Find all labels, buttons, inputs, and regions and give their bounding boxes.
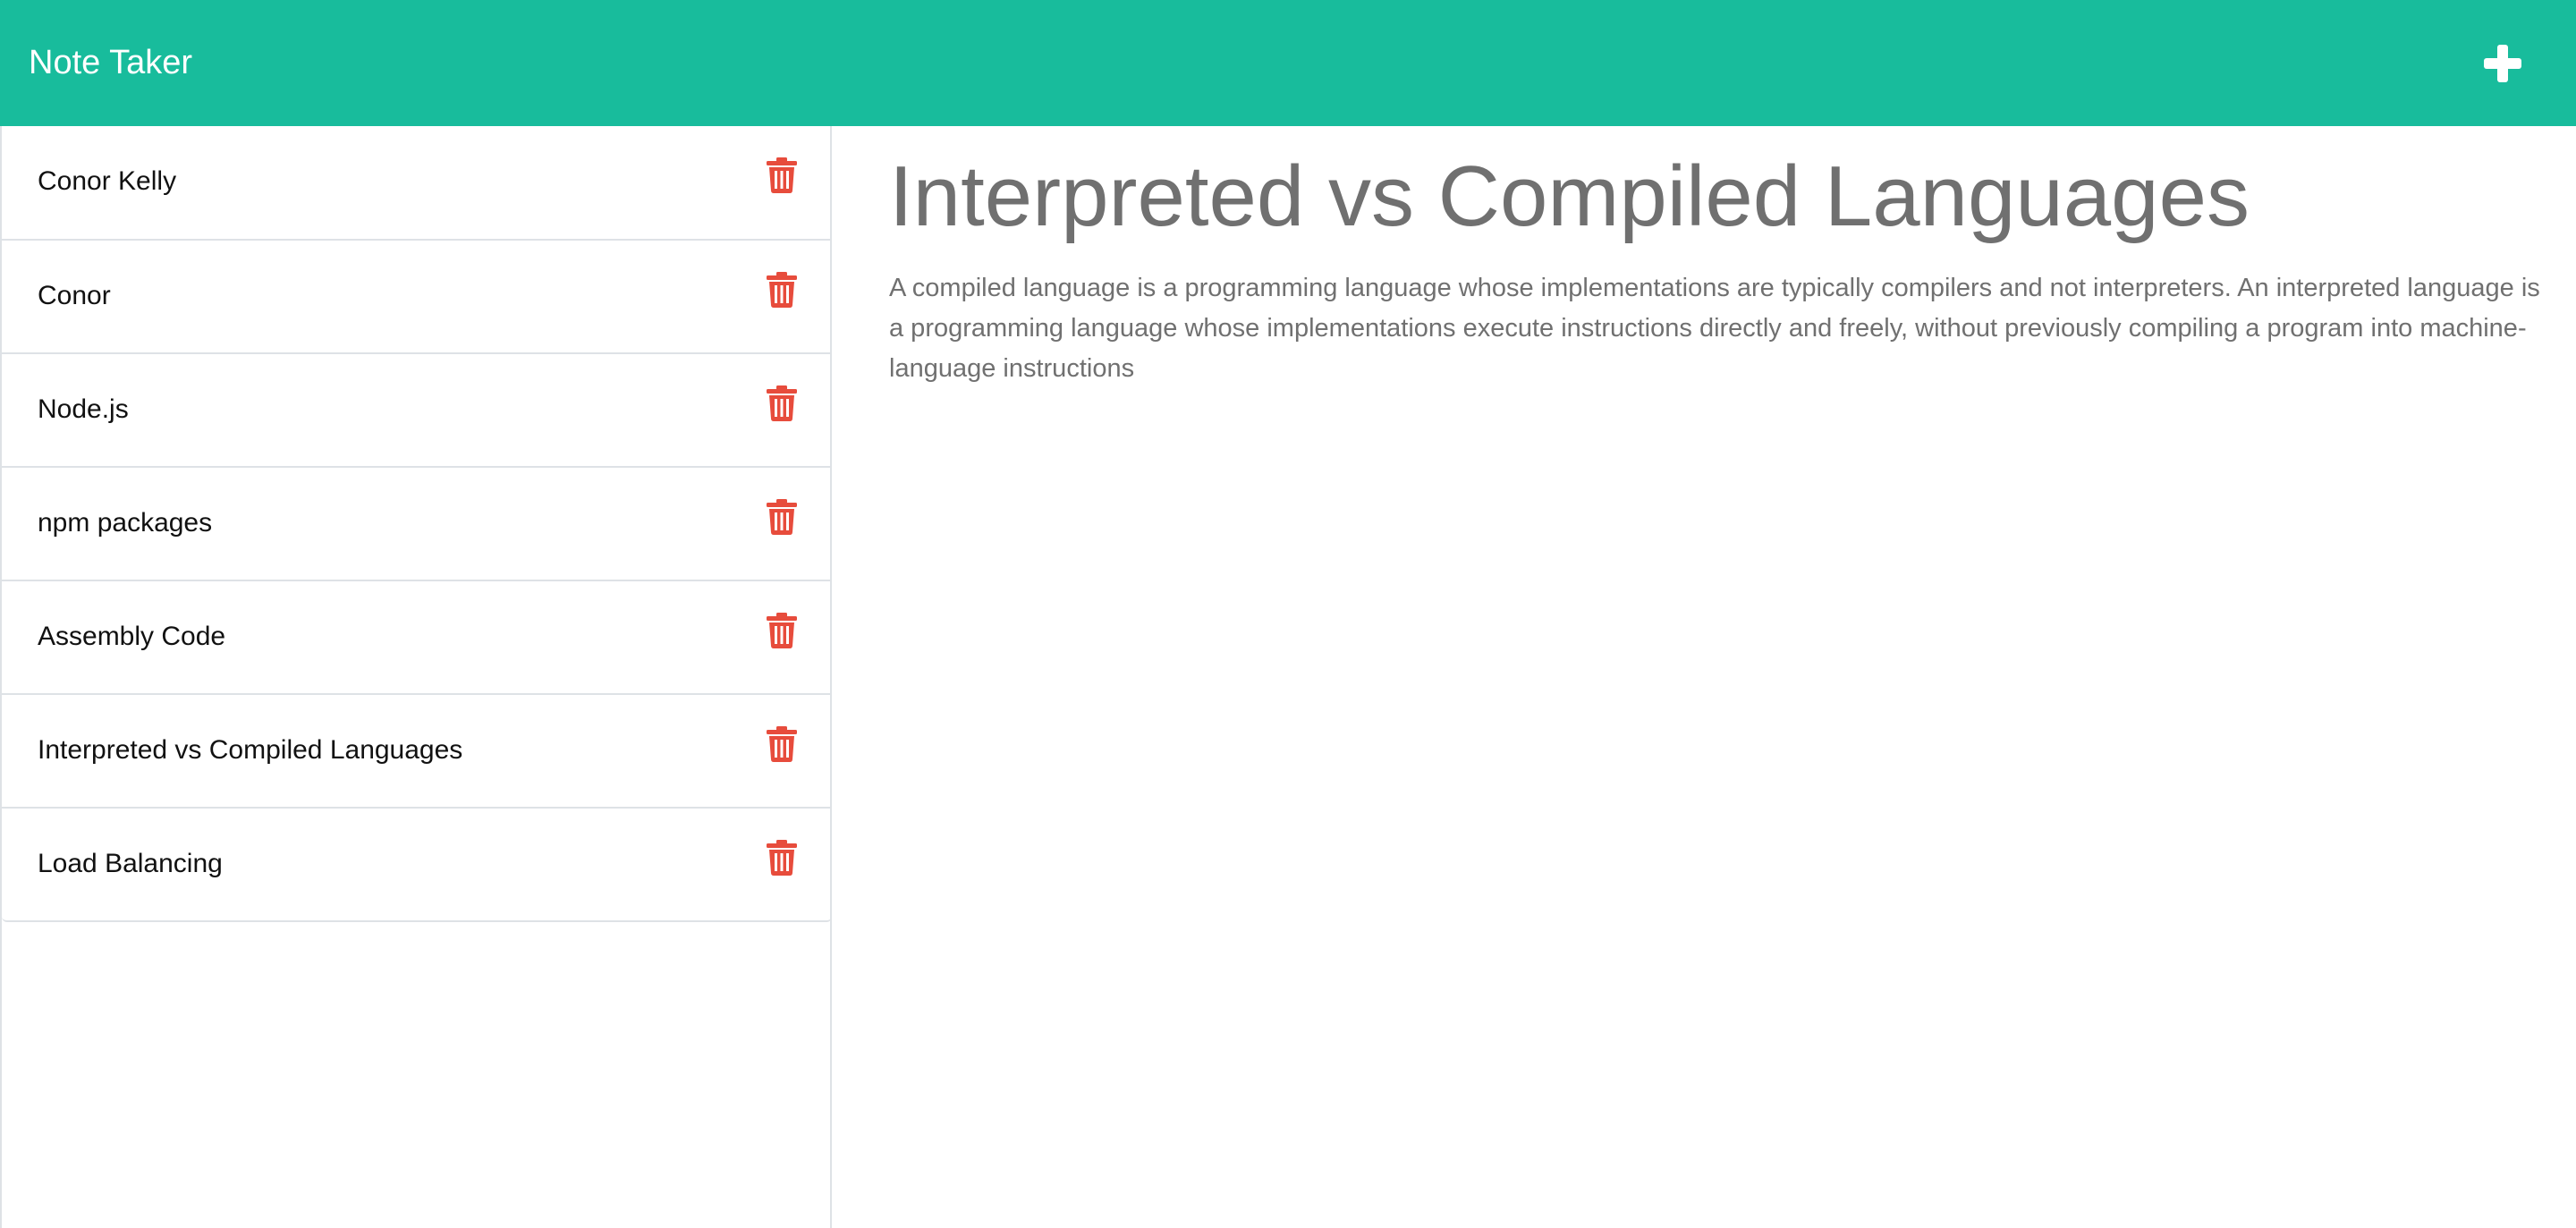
note-title: Load Balancing [38,849,223,878]
note-editor: Interpreted vs Compiled Languages A comp… [889,143,2544,389]
delete-note-button[interactable] [767,157,797,193]
trash-icon [767,157,797,193]
list-item[interactable]: Node.js [2,352,832,466]
trash-icon [767,385,797,421]
list-item[interactable]: Load Balancing [2,807,832,920]
plus-icon [2484,45,2521,82]
delete-note-button[interactable] [767,385,797,421]
navbar: Note Taker [0,0,2576,126]
delete-note-button[interactable] [767,499,797,535]
note-title: Conor Kelly [38,166,177,196]
new-note-button[interactable] [2473,34,2532,93]
note-title-field[interactable]: Interpreted vs Compiled Languages [889,143,2544,250]
note-sidebar: Conor Kelly Conor Node.js npm packages A… [0,126,832,1228]
note-title: Assembly Code [38,622,226,651]
list-item[interactable]: Assembly Code [2,580,832,693]
trash-icon [767,499,797,535]
list-item[interactable]: Conor Kelly [2,126,832,239]
list-item[interactable]: npm packages [2,466,832,580]
note-title: Node.js [38,394,129,424]
note-title: Conor [38,281,111,310]
list-item[interactable]: Conor [2,239,832,352]
note-title: npm packages [38,508,213,538]
trash-icon [767,613,797,648]
note-list: Conor Kelly Conor Node.js npm packages A… [2,126,832,922]
delete-note-button[interactable] [767,726,797,762]
delete-note-button[interactable] [767,613,797,648]
brand-title[interactable]: Note Taker [29,39,192,86]
trash-icon [767,726,797,762]
trash-icon [767,840,797,876]
note-text-field[interactable]: A compiled language is a programming lan… [889,268,2544,389]
trash-icon [767,272,797,308]
delete-note-button[interactable] [767,272,797,308]
delete-note-button[interactable] [767,840,797,876]
list-item[interactable]: Interpreted vs Compiled Languages [2,693,832,807]
note-title: Interpreted vs Compiled Languages [38,735,463,765]
